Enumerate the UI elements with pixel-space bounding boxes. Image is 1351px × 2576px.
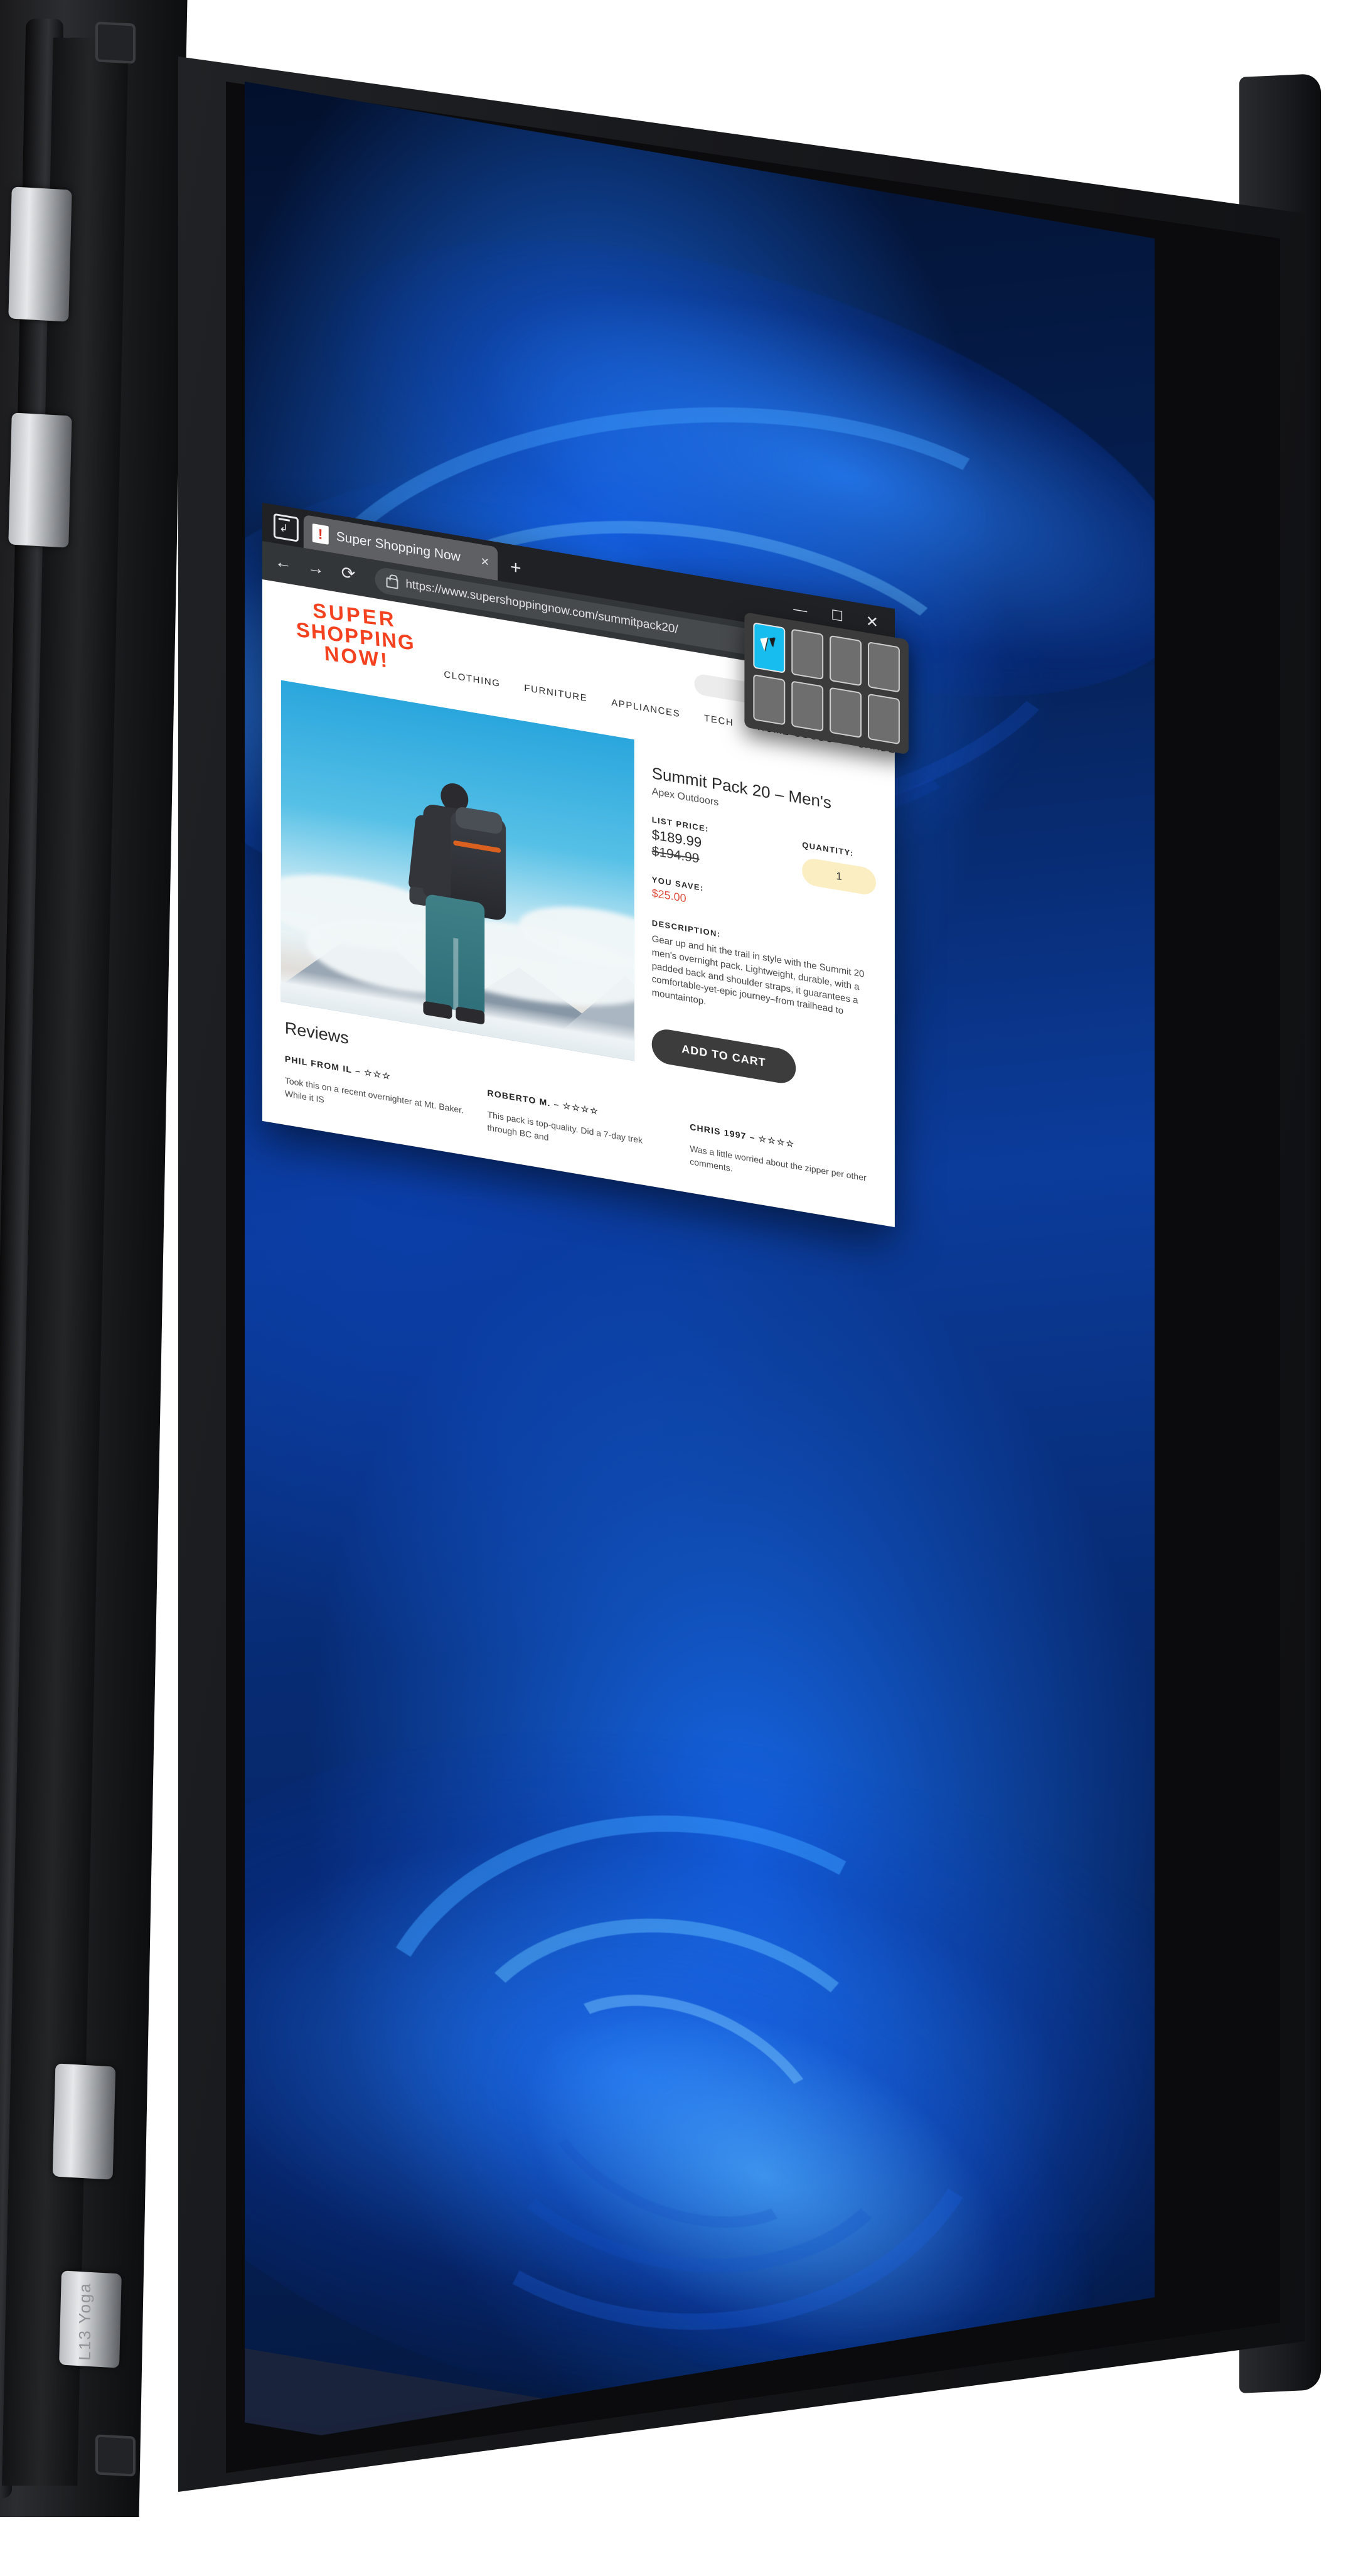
browser-window: ↲ ! Super Shopping Now × + — ☐ ✕ ← → ⟳ h… bbox=[262, 502, 895, 1228]
battery-icon[interactable]: ■ bbox=[1091, 2535, 1098, 2549]
reload-icon[interactable]: ⟳ bbox=[341, 563, 356, 584]
corner-detail-top bbox=[95, 21, 136, 64]
tab-close-icon[interactable]: × bbox=[481, 553, 489, 570]
review-stars: ☆☆☆☆ bbox=[758, 1133, 795, 1149]
review-author-name: PHIL FROM IL – bbox=[284, 1053, 365, 1077]
quantity-block: QUANTITY: 1 bbox=[802, 840, 876, 897]
corner-detail-bottom bbox=[95, 2434, 136, 2477]
desktop: ↲ ! Super Shopping Now × + — ☐ ✕ ← → ⟳ h… bbox=[245, 82, 1155, 2563]
price-block: LIST PRICE: $189.99 $194.99 bbox=[652, 815, 803, 884]
snap-option-two-thirds[interactable] bbox=[830, 635, 862, 687]
nav-item-clothing[interactable]: CLOTHING bbox=[444, 669, 500, 689]
nav-item-tech[interactable]: TECH bbox=[704, 713, 734, 729]
new-tab-button[interactable]: + bbox=[510, 557, 521, 579]
snap-option-quad-3[interactable] bbox=[830, 687, 862, 739]
back-icon[interactable]: ← bbox=[275, 552, 292, 573]
review-stars: ☆☆☆ bbox=[364, 1066, 392, 1081]
review-stars: ☆☆☆☆ bbox=[562, 1100, 599, 1117]
device-brand-label: L13 Yoga bbox=[75, 2282, 94, 2361]
quantity-input[interactable]: 1 bbox=[802, 856, 876, 897]
review-item: ROBERTO M. – ☆☆☆☆ This pack is top-quali… bbox=[488, 1088, 670, 1165]
site-logo[interactable]: SUPER SHOPPING NOW! bbox=[282, 596, 429, 676]
system-tray: ∧ ◕ 🔈 ■ 01/12/22 11:11 AM bbox=[1027, 2519, 1148, 2563]
speaker-icon[interactable]: 🔈 bbox=[1064, 2531, 1079, 2546]
nav-item-furniture[interactable]: FURNITURE bbox=[524, 683, 587, 704]
desktop-wallpaper bbox=[245, 82, 1155, 2448]
window-close-button[interactable]: ✕ bbox=[866, 613, 878, 631]
window-minimize-button[interactable]: — bbox=[793, 601, 807, 618]
review-item: PHIL FROM IL – ☆☆☆ Took this on a recent… bbox=[285, 1054, 467, 1131]
clock-time: 11:11 AM bbox=[1109, 2545, 1148, 2563]
review-author-name: CHRIS 1997 – bbox=[690, 1122, 759, 1144]
product-image[interactable] bbox=[280, 680, 634, 1061]
hinge-top bbox=[8, 186, 72, 322]
tray-chevron-icon[interactable]: ∧ bbox=[1027, 2525, 1034, 2538]
product-description: Gear up and hit the trail in style with … bbox=[651, 933, 865, 1017]
lock-icon bbox=[386, 577, 398, 589]
wifi-icon[interactable]: ◕ bbox=[1045, 2528, 1052, 2541]
screenshot-stage: L13 Yoga ↲ ! Super Shopping Now × + — ☐ … bbox=[0, 0, 1351, 2517]
review-author-name: ROBERTO M. – bbox=[487, 1087, 563, 1110]
hinge-lower bbox=[52, 2063, 116, 2180]
review-item: CHRIS 1997 – ☆☆☆☆ Was a little worried a… bbox=[690, 1122, 872, 1199]
favicon-glyph: ! bbox=[318, 525, 323, 542]
product-details: Summit Pack 20 – Men's Apex Outdoors LIS… bbox=[634, 739, 876, 1102]
browser-app-icon[interactable]: ↲ bbox=[273, 513, 299, 542]
snap-option-quad-2[interactable] bbox=[791, 680, 824, 732]
clock-date: 01/12/22 bbox=[1111, 2533, 1148, 2550]
forward-icon[interactable]: → bbox=[307, 557, 324, 579]
hiker-figure bbox=[391, 773, 523, 1042]
snap-option-right-half[interactable] bbox=[791, 628, 824, 680]
nav-item-appliances[interactable]: APPLIANCES bbox=[611, 697, 680, 719]
tab-favicon-icon: ! bbox=[312, 523, 329, 545]
hinge-upper bbox=[8, 412, 72, 548]
window-maximize-button[interactable]: ☐ bbox=[831, 607, 843, 625]
display: ↲ ! Super Shopping Now × + — ☐ ✕ ← → ⟳ h… bbox=[245, 82, 1155, 2448]
snap-option-quad-1[interactable] bbox=[753, 674, 786, 726]
snap-option-quad-4[interactable] bbox=[868, 693, 900, 745]
snap-option-one-third[interactable] bbox=[868, 641, 900, 693]
clock[interactable]: 01/12/22 11:11 AM bbox=[1109, 2533, 1148, 2563]
